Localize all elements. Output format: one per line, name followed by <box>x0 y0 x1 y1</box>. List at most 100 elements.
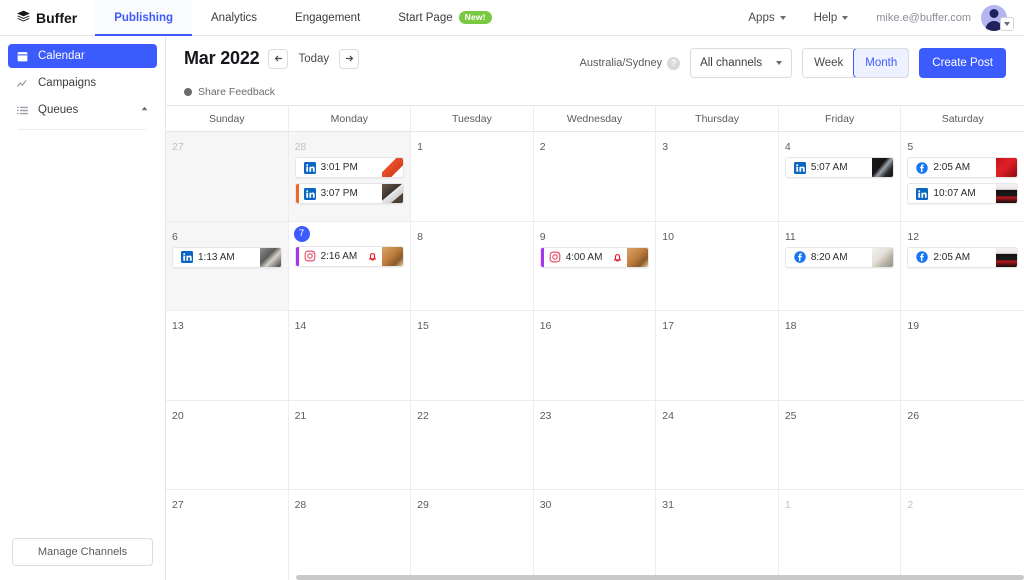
post-thumbnail <box>382 158 403 177</box>
post-thumbnail <box>382 247 403 266</box>
calendar-day-cell[interactable]: 21 <box>289 401 412 490</box>
view-toggle-month[interactable]: Month <box>853 48 909 78</box>
nav-tab-analytics[interactable]: Analytics <box>192 0 276 35</box>
sidebar: Calendar Campaigns <box>0 36 166 580</box>
avatar-chevron-down-icon[interactable] <box>1000 17 1014 31</box>
calendar-post-item[interactable]: 5:07 AM <box>785 157 895 178</box>
calendar-day-number: 4 <box>785 141 791 153</box>
calendar-day-cell[interactable]: 17 <box>656 311 779 400</box>
today-button[interactable]: Today <box>297 53 330 65</box>
calendar-day-cell[interactable]: 1 <box>779 490 902 580</box>
calendar-post-item[interactable]: 3:01 PM <box>295 157 405 178</box>
apps-menu[interactable]: Apps <box>734 12 799 24</box>
calendar-day-cell[interactable]: 19 <box>901 311 1024 400</box>
calendar-day-cell[interactable]: 23 <box>534 401 657 490</box>
calendar-post-item[interactable]: 4:00 AM <box>540 247 650 268</box>
post-time-label: 5:07 AM <box>811 162 848 173</box>
timezone-display: Australia/Sydney ? <box>580 57 681 70</box>
calendar-title-group: Mar 2022 Today <box>184 48 359 69</box>
calendar-day-cell[interactable]: 3 <box>656 132 779 221</box>
calendar-post-item[interactable]: 2:05 AM <box>907 247 1018 268</box>
calendar-week-row: 2021 22 23242526 <box>166 401 1024 491</box>
calendar-day-cell[interactable]: 61:13 AM <box>166 222 289 311</box>
manage-channels-button[interactable]: Manage Channels <box>12 538 153 566</box>
calendar-day-cell[interactable]: 16 <box>534 311 657 400</box>
calendar-day-number: 22 <box>417 410 429 422</box>
calendar-day-cell[interactable]: 15 <box>411 311 534 400</box>
post-main: 5:07 AM <box>789 158 873 177</box>
sidebar-item-campaigns[interactable]: Campaigns <box>8 71 157 95</box>
post-main: 1:13 AM <box>176 248 260 267</box>
calendar-day-cell[interactable]: 22 <box>411 401 534 490</box>
calendar-day-cell[interactable]: 26 <box>901 401 1024 490</box>
new-badge: New! <box>459 11 492 24</box>
calendar-day-cell[interactable]: 27 <box>166 132 289 221</box>
calendar-post-item[interactable]: 8:20 AM <box>785 247 895 268</box>
main-content: Mar 2022 Today <box>166 36 1024 580</box>
calendar-day-cell[interactable]: 7 2:16 AM <box>289 222 412 311</box>
calendar-day-cell[interactable]: 122:05 AM <box>901 222 1024 311</box>
next-month-button[interactable] <box>339 49 359 69</box>
account-menu[interactable] <box>981 5 1014 31</box>
nav-tab-engagement-label: Engagement <box>295 12 360 24</box>
calendar-post-item[interactable]: 10:07 AM <box>907 183 1018 204</box>
calendar-day-number: 2 <box>540 141 546 153</box>
sidebar-item-queues[interactable]: Queues <box>8 98 157 122</box>
calendar-post-item[interactable]: 2:05 AM <box>907 157 1018 178</box>
calendar-day-cell[interactable]: 30 <box>534 490 657 580</box>
calendar-day-cell[interactable]: 27 <box>166 490 289 580</box>
calendar-day-cell[interactable]: 1 <box>411 132 534 221</box>
post-thumbnail <box>872 248 893 267</box>
calendar-day-cell[interactable]: 14 <box>289 311 412 400</box>
calendar-grid-wrapper: SundayMondayTuesdayWednesdayThursdayFrid… <box>166 105 1024 580</box>
calendar-post-item[interactable]: 1:13 AM <box>172 247 282 268</box>
calendar-day-cell[interactable]: 2 <box>534 132 657 221</box>
calendar-day-number: 18 <box>785 320 797 332</box>
calendar-day-cell[interactable]: 8 <box>411 222 534 311</box>
calendar-day-number: 2 <box>907 499 913 511</box>
calendar-post-item[interactable]: 3:07 PM <box>295 183 405 204</box>
calendar-weekday-header-row: SundayMondayTuesdayWednesdayThursdayFrid… <box>166 106 1024 132</box>
post-time-label: 1:13 AM <box>198 252 235 263</box>
create-post-label: Create Post <box>932 57 993 69</box>
nav-tab-start-page[interactable]: Start Page New! <box>379 0 510 35</box>
calendar-day-number: 8 <box>417 231 423 243</box>
calendar-weekday-header-tuesday: Tuesday <box>411 106 534 131</box>
calendar-day-cell[interactable]: 13 <box>166 311 289 400</box>
nav-tab-engagement[interactable]: Engagement <box>276 0 379 35</box>
calendar-toolbar: Mar 2022 Today <box>166 36 1024 78</box>
create-post-button[interactable]: Create Post <box>919 48 1006 78</box>
chevron-up-icon[interactable] <box>140 104 149 116</box>
channel-filter-dropdown[interactable]: All channels <box>690 48 792 78</box>
calendar-day-cell[interactable]: 118:20 AM <box>779 222 902 311</box>
horizontal-scrollbar[interactable] <box>296 575 1024 580</box>
calendar-day-cell[interactable]: 52:05 AM10:07 AM <box>901 132 1024 221</box>
calendar-day-cell[interactable]: 4 5:07 AM <box>779 132 902 221</box>
calendar-day-cell[interactable]: 283:01 PM3:07 PM <box>289 132 412 221</box>
question-mark-icon[interactable]: ? <box>667 57 680 70</box>
view-toggle-week[interactable]: Week <box>803 49 854 77</box>
calendar-day-cell[interactable]: 10 <box>656 222 779 311</box>
chevron-down-icon <box>842 16 848 20</box>
calendar-day-cell[interactable]: 29 <box>411 490 534 580</box>
feedback-dot-icon <box>184 88 192 96</box>
calendar-day-cell[interactable]: 94:00 AM <box>534 222 657 311</box>
calendar-post-item[interactable]: 2:16 AM <box>295 246 405 267</box>
view-toggle-month-label: Month <box>865 57 897 69</box>
sidebar-item-calendar[interactable]: Calendar <box>8 44 157 68</box>
calendar-day-cell[interactable]: 24 <box>656 401 779 490</box>
calendar-day-number-today: 7 <box>294 226 310 242</box>
calendar-day-cell[interactable]: 31 <box>656 490 779 580</box>
calendar-day-cell[interactable]: 28 <box>289 490 412 580</box>
help-menu[interactable]: Help <box>800 12 863 24</box>
nav-tab-publishing[interactable]: Publishing <box>95 0 192 35</box>
calendar-day-cell[interactable]: 18 <box>779 311 902 400</box>
calendar-day-cell[interactable]: 20 <box>166 401 289 490</box>
brand-logo-area[interactable]: Buffer <box>0 0 95 35</box>
prev-month-button[interactable] <box>268 49 288 69</box>
calendar-day-cell[interactable]: 25 <box>779 401 902 490</box>
chevron-down-icon <box>780 16 786 20</box>
calendar-day-number: 29 <box>417 499 429 511</box>
share-feedback-row[interactable]: Share Feedback <box>166 78 1024 105</box>
calendar-day-cell[interactable]: 2 <box>901 490 1024 580</box>
